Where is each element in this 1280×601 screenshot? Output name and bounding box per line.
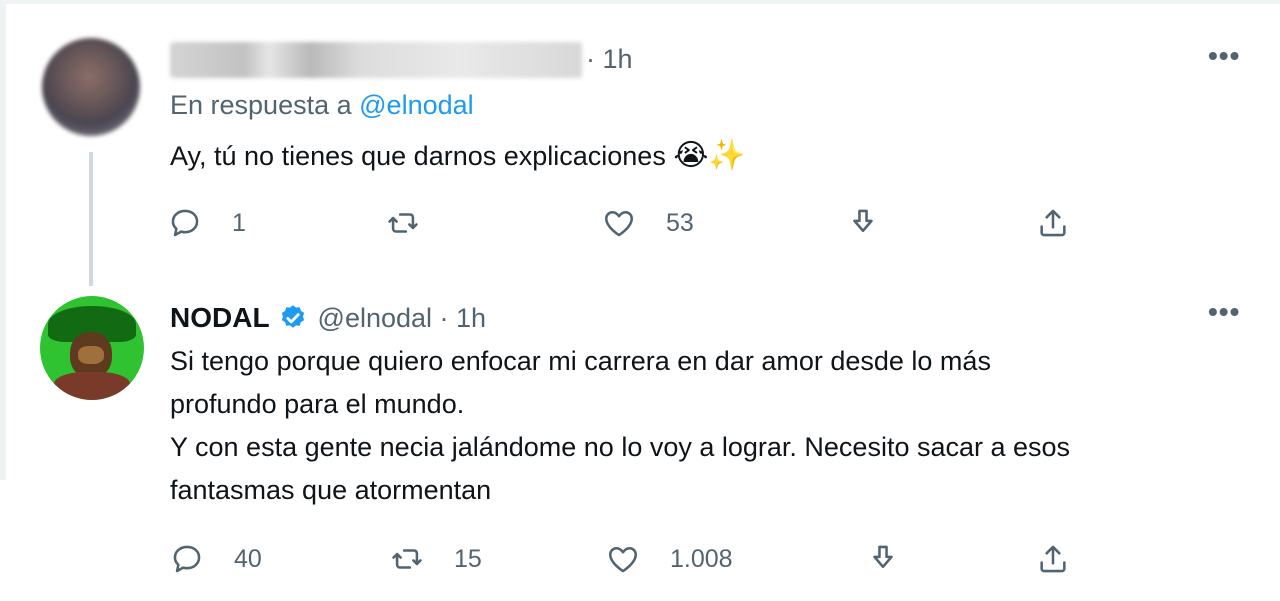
reply-icon bbox=[171, 209, 199, 237]
main-tweet-header: NODAL @elnodal · 1h bbox=[170, 298, 486, 338]
author-handle-time[interactable]: @elnodal · 1h bbox=[318, 303, 487, 334]
verified-badge-icon bbox=[281, 305, 304, 328]
more-icon[interactable]: ••• bbox=[1208, 40, 1240, 72]
retweet-button[interactable]: 15 bbox=[390, 542, 482, 576]
reply-button[interactable]: 40 bbox=[170, 542, 262, 576]
share-icon bbox=[1040, 545, 1066, 573]
tweet-line: profundo para el mundo. bbox=[170, 389, 465, 419]
tweet-line: Y con esta gente necia jalándome no lo v… bbox=[170, 432, 1071, 462]
bookmark-icon bbox=[873, 545, 893, 569]
author-name[interactable]: NODAL bbox=[170, 302, 270, 334]
tweet-line: Si tengo porque quiero enfocar mi carrer… bbox=[170, 346, 991, 376]
reply-icon bbox=[173, 545, 201, 573]
top-divider bbox=[0, 0, 1280, 4]
reply-context: En respuesta a @elnodal bbox=[170, 90, 474, 121]
share-icon bbox=[1040, 209, 1066, 237]
like-button[interactable]: 1.008 bbox=[606, 542, 733, 576]
like-icon bbox=[604, 210, 634, 237]
share-button[interactable] bbox=[1036, 542, 1070, 576]
reply-tweet-text: Ay, tú no tienes que darnos explicacione… bbox=[170, 134, 746, 178]
like-icon bbox=[608, 546, 638, 573]
retweet-icon bbox=[388, 213, 418, 233]
thread-connector-line bbox=[89, 152, 93, 286]
bookmark-button[interactable] bbox=[866, 542, 900, 576]
reply-button[interactable]: 1 bbox=[168, 206, 246, 240]
bookmark-icon bbox=[853, 209, 873, 233]
like-count: 1.008 bbox=[670, 544, 733, 573]
reply-prefix: En respuesta a bbox=[170, 90, 352, 120]
like-button[interactable]: 53 bbox=[602, 206, 694, 240]
retweet-count: 15 bbox=[454, 544, 482, 573]
reply-author-name-blurred[interactable] bbox=[170, 42, 582, 78]
reply-tweet-body: Ay, tú no tienes que darnos explicacione… bbox=[170, 141, 666, 171]
nodal-avatar[interactable] bbox=[40, 296, 144, 400]
like-count: 53 bbox=[666, 208, 694, 237]
reply-author-avatar[interactable] bbox=[42, 38, 140, 136]
retweet-button[interactable] bbox=[386, 206, 420, 240]
bookmark-button[interactable] bbox=[846, 206, 880, 240]
reply-to-handle-link[interactable]: @elnodal bbox=[359, 90, 474, 120]
more-icon[interactable]: ••• bbox=[1208, 296, 1240, 328]
left-edge bbox=[0, 0, 6, 480]
share-button[interactable] bbox=[1036, 206, 1070, 240]
reply-tweet-time[interactable]: · 1h bbox=[586, 44, 633, 75]
reply-tweet-emojis: 😭✨ bbox=[673, 139, 746, 172]
avatar-shirt bbox=[54, 372, 130, 400]
main-tweet-text: Si tengo porque quiero enfocar mi carrer… bbox=[170, 340, 1070, 512]
tweet-line: fantasmas que atormentan bbox=[170, 475, 492, 505]
retweet-icon bbox=[392, 549, 422, 569]
reply-count: 40 bbox=[234, 544, 262, 573]
reply-count: 1 bbox=[232, 208, 246, 237]
